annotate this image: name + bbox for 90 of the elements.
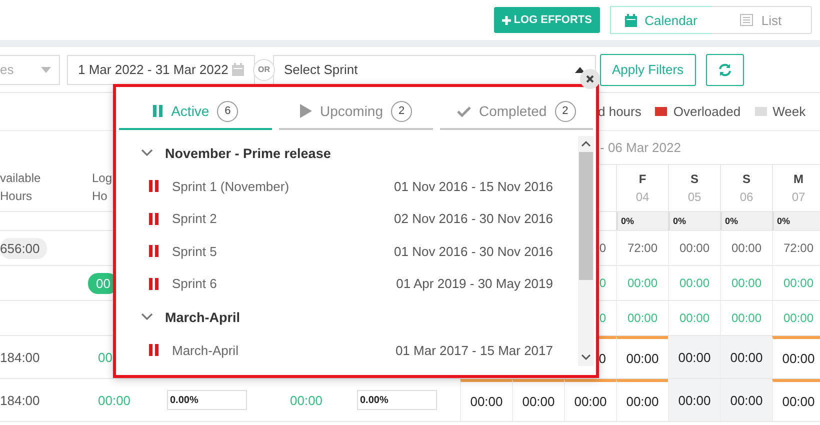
day-hours: 00:00 bbox=[470, 394, 503, 409]
sprint-name[interactable]: Sprint 6 bbox=[172, 276, 396, 292]
pause-icon bbox=[149, 212, 159, 225]
percent-label: 0% bbox=[777, 216, 790, 226]
count-badge: 2 bbox=[554, 100, 576, 122]
close-button[interactable] bbox=[580, 69, 600, 89]
sprint-group-title: November - Prime release bbox=[165, 146, 331, 160]
weekday-label: F bbox=[638, 172, 646, 186]
plus-icon bbox=[502, 16, 511, 24]
count-badge: 6 bbox=[217, 100, 238, 122]
day-hours: 00:00 bbox=[522, 394, 555, 409]
day-hours: 00:00 bbox=[626, 351, 659, 366]
day-hours: 72:00 bbox=[783, 241, 814, 255]
column-header: Ho bbox=[92, 188, 108, 205]
percent-label: 0% bbox=[673, 216, 686, 226]
sprint-dates: 01 Nov 2016 - 15 Nov 2016 bbox=[394, 178, 553, 194]
week-range-label: - 06 Mar 2022 bbox=[600, 140, 681, 155]
caret-icon bbox=[575, 66, 585, 72]
chevron-icon[interactable] bbox=[141, 149, 153, 157]
date-label: 07 bbox=[792, 190, 806, 204]
hours-badge: 656:00 bbox=[0, 238, 47, 258]
pause-icon bbox=[153, 105, 164, 117]
close-icon bbox=[586, 75, 594, 83]
or-badge: OR bbox=[253, 58, 275, 80]
hours-value: 184:00 bbox=[0, 350, 40, 364]
hours-value: 00 bbox=[98, 350, 112, 364]
sprint-dates: 01 Mar 2017 - 15 Mar 2017 bbox=[395, 342, 553, 358]
percent-label: 0% bbox=[725, 216, 738, 226]
pause-icon bbox=[149, 245, 159, 258]
sprint-name[interactable]: Sprint 5 bbox=[172, 244, 394, 259]
sprint-name[interactable]: Sprint 1 (November) bbox=[172, 178, 394, 194]
sprint-name[interactable]: March-April bbox=[172, 342, 396, 358]
list-icon bbox=[740, 14, 754, 26]
pause-icon bbox=[149, 278, 159, 290]
column-header: Hours bbox=[0, 188, 32, 205]
hours-value: 184:00 bbox=[0, 392, 40, 408]
percent-field: 0.00% bbox=[357, 390, 437, 410]
day-hours: 72:00 bbox=[627, 241, 658, 255]
day-hours: 00:00 bbox=[731, 241, 762, 255]
hours-value: 00:00 bbox=[290, 392, 323, 408]
day-hours: 00:00 bbox=[627, 311, 658, 325]
refresh-icon bbox=[718, 62, 732, 76]
sprint-name[interactable]: Sprint 2 bbox=[172, 211, 394, 226]
weekday-label: S bbox=[742, 172, 750, 186]
column-header: Log bbox=[92, 170, 112, 187]
day-hours: 0 bbox=[599, 311, 606, 325]
date-label: 05 bbox=[688, 190, 702, 204]
day-hours: 00:00 bbox=[626, 394, 659, 409]
day-hours: 00:00 bbox=[731, 311, 762, 325]
sprint-dates: 02 Nov 2016 - 30 Nov 2016 bbox=[394, 211, 553, 226]
day-hours: 00:00 bbox=[679, 311, 710, 325]
day-hours: 00:00 bbox=[730, 350, 763, 364]
day-hours: 00:00 bbox=[782, 394, 815, 409]
pause-icon bbox=[149, 180, 159, 192]
day-hours: 00:00 bbox=[730, 392, 763, 408]
sprint-dates: 01 Nov 2016 - 30 Nov 2016 bbox=[394, 244, 553, 259]
weekday-label: M bbox=[794, 172, 804, 186]
sprint-dates: 01 Apr 2019 - 30 May 2019 bbox=[396, 276, 553, 292]
day-hours: 0 bbox=[599, 241, 606, 255]
sprint-group-title: March-April bbox=[165, 310, 240, 324]
refresh-button[interactable] bbox=[706, 54, 744, 86]
day-hours: 0 bbox=[599, 276, 606, 290]
day-hours: 00:00 bbox=[783, 276, 814, 290]
day-hours: 00:00 bbox=[679, 241, 710, 255]
day-hours: 0 bbox=[598, 351, 606, 366]
calendar-icon bbox=[232, 63, 244, 76]
day-hours: 00:00 bbox=[627, 276, 658, 290]
legend-label: Week bbox=[772, 104, 806, 119]
calendar-icon bbox=[624, 14, 637, 26]
day-hours: 00:00 bbox=[678, 350, 711, 364]
weekday-label: S bbox=[690, 172, 698, 186]
pause-icon bbox=[149, 344, 159, 356]
column-header: vailable bbox=[0, 170, 41, 187]
play-icon bbox=[300, 104, 312, 118]
caret-icon bbox=[41, 66, 51, 72]
legend-label: Overloaded bbox=[673, 104, 741, 119]
percent-field: 0.00% bbox=[167, 390, 247, 410]
chevron-icon[interactable] bbox=[141, 313, 153, 321]
check-icon bbox=[456, 106, 471, 116]
day-hours: 00:00 bbox=[782, 351, 815, 366]
day-hours: 00:00 bbox=[678, 392, 711, 408]
hours-value: 00:00 bbox=[98, 392, 131, 408]
day-hours: 00:00 bbox=[783, 311, 814, 325]
day-hours: 00:00 bbox=[731, 276, 762, 290]
day-hours: 00:00 bbox=[574, 394, 607, 409]
date-label: 04 bbox=[636, 190, 650, 204]
percent-label: 0% bbox=[621, 216, 634, 226]
date-label: 06 bbox=[740, 190, 754, 204]
count-badge: 2 bbox=[391, 100, 412, 122]
day-hours: 00:00 bbox=[679, 276, 710, 290]
